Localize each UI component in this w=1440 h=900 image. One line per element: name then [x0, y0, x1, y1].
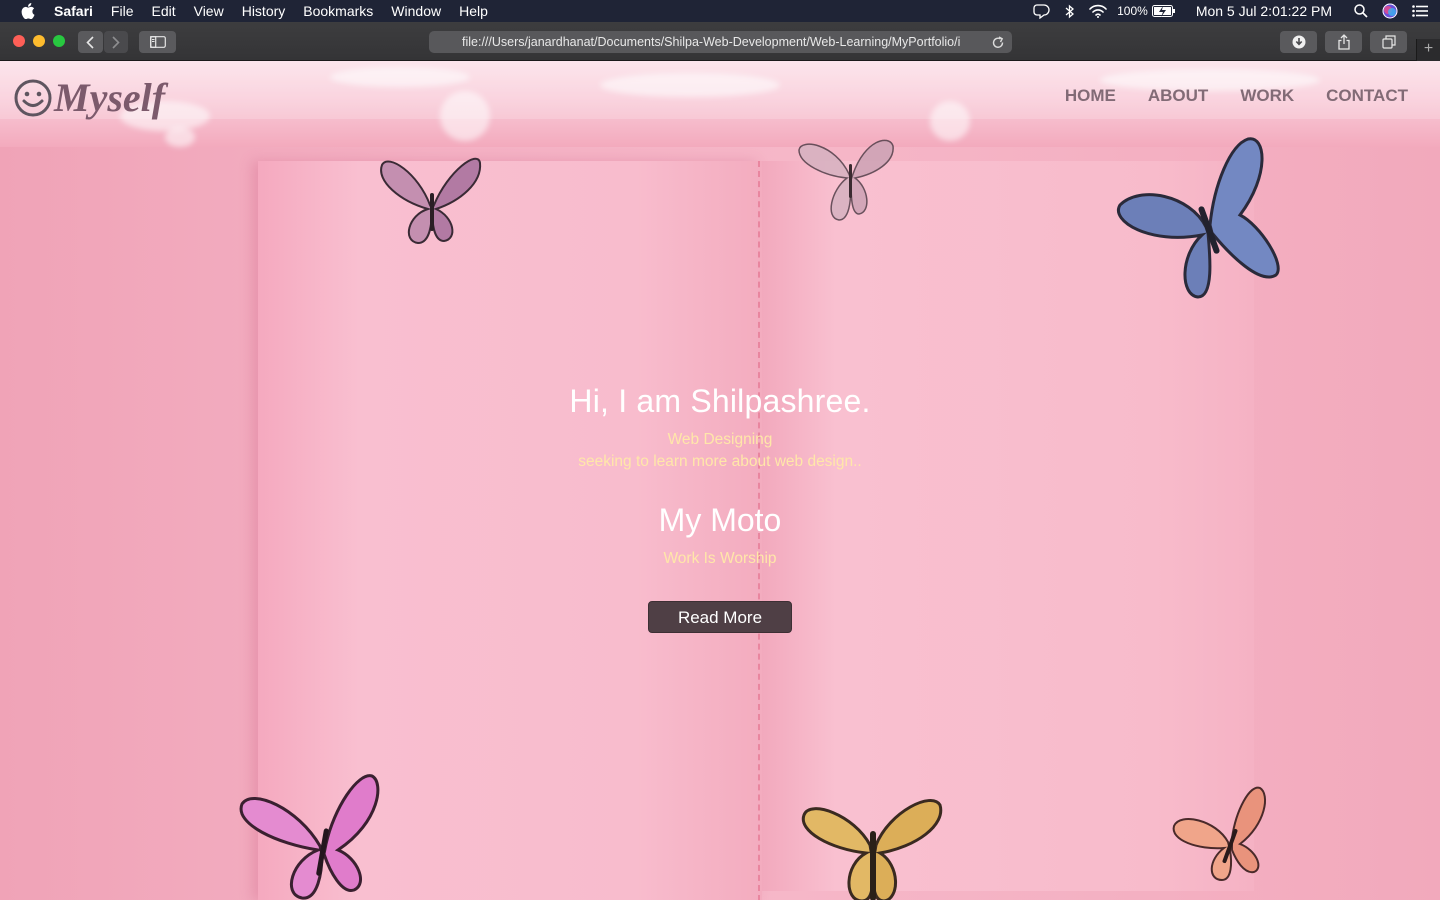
forward-button[interactable]: [103, 31, 128, 53]
menu-edit[interactable]: Edit: [142, 0, 184, 22]
nav-work[interactable]: WORK: [1240, 86, 1294, 106]
clock[interactable]: Mon 5 Jul 2:01:22 PM: [1196, 3, 1332, 19]
hero-tagline: seeking to learn more about web design..: [578, 453, 862, 470]
siri-icon[interactable]: [1382, 3, 1398, 19]
menu-view[interactable]: View: [185, 0, 233, 22]
smiley-icon: [14, 79, 52, 117]
battery-charging-icon[interactable]: [1151, 5, 1176, 17]
reload-icon[interactable]: [991, 35, 1005, 49]
window-minimize-button[interactable]: [33, 35, 45, 47]
nav-home[interactable]: HOME: [1065, 86, 1116, 106]
tabs-icon: [1381, 35, 1396, 49]
spotlight-search-icon[interactable]: [1354, 4, 1368, 18]
menu-history[interactable]: History: [233, 0, 295, 22]
butterfly-decoration: [239, 774, 380, 900]
tab-overview-button[interactable]: [1370, 31, 1407, 53]
sidebar-icon: [149, 36, 166, 48]
chevron-right-icon: [112, 35, 120, 49]
butterfly-decoration: [798, 139, 894, 221]
butterfly-decoration: [380, 157, 482, 245]
hero-role: Web Designing: [667, 431, 773, 448]
window-zoom-button[interactable]: [53, 35, 65, 47]
new-tab-button[interactable]: +: [1416, 39, 1440, 61]
bluetooth-icon[interactable]: [1065, 4, 1075, 19]
address-bar-url[interactable]: file:///Users/janardhanat/Documents/Shil…: [462, 31, 982, 53]
menu-file[interactable]: File: [102, 0, 143, 22]
chevron-left-icon: [86, 35, 94, 49]
menu-bar: Safari File Edit View History Bookmarks …: [0, 0, 1440, 22]
menu-app-safari[interactable]: Safari: [52, 0, 102, 22]
browser-toolbar: file:///Users/janardhanat/Documents/Shil…: [0, 22, 1440, 61]
history-nav: [78, 31, 129, 53]
notification-center-icon[interactable]: [1412, 5, 1428, 17]
back-button[interactable]: [78, 31, 103, 53]
download-icon: [1292, 35, 1305, 49]
address-bar[interactable]: file:///Users/janardhanat/Documents/Shil…: [429, 31, 1012, 53]
battery-percent: 100%: [1117, 4, 1148, 18]
menu-bookmarks[interactable]: Bookmarks: [294, 0, 382, 22]
siri-shortcut-icon[interactable]: [1033, 3, 1051, 19]
menu-help[interactable]: Help: [450, 0, 497, 22]
hero-section: Hi, I am Shilpashree. Web Designing seek…: [420, 383, 1020, 633]
nav-contact[interactable]: CONTACT: [1326, 86, 1408, 106]
window-close-button[interactable]: [13, 35, 25, 47]
hero-greeting: Hi, I am Shilpashree.: [569, 383, 871, 419]
share-button[interactable]: [1325, 31, 1362, 53]
downloads-button[interactable]: [1280, 31, 1317, 53]
plus-icon: +: [1423, 40, 1434, 57]
wifi-icon[interactable]: [1089, 4, 1107, 18]
moto-text: Work Is Worship: [663, 550, 777, 567]
share-icon: [1337, 34, 1350, 50]
apple-icon[interactable]: [18, 1, 38, 21]
menu-window[interactable]: Window: [382, 0, 450, 22]
moto-heading: My Moto: [658, 502, 782, 538]
logo-text: Myself: [54, 75, 166, 120]
site-logo[interactable]: Myself: [14, 78, 165, 118]
read-more-button[interactable]: Read More: [648, 601, 792, 633]
butterfly-decoration: [1172, 786, 1267, 882]
web-page: Myself HOME ABOUT WORK CONTACT Hi, I am …: [0, 61, 1440, 900]
sidebar-toggle-button[interactable]: [139, 31, 176, 53]
nav-about[interactable]: ABOUT: [1148, 86, 1208, 106]
butterfly-decoration: [1117, 137, 1280, 299]
site-nav: HOME ABOUT WORK CONTACT: [1033, 86, 1408, 106]
butterfly-decoration: [801, 799, 943, 900]
